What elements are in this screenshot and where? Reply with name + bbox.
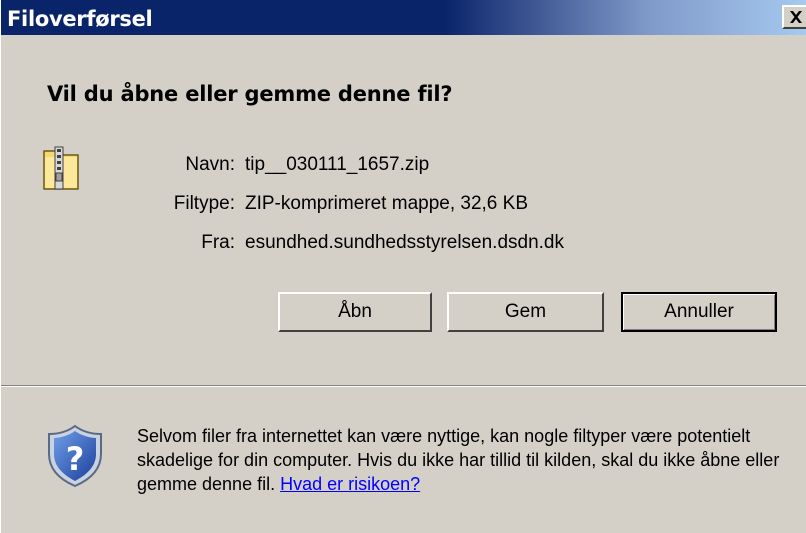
file-name-value: tip__030111_1657.zip: [245, 154, 430, 175]
close-icon: [790, 11, 802, 23]
file-name-label: Navn:: [185, 154, 235, 175]
separator-highlight: [1, 386, 806, 387]
svg-text:?: ?: [66, 440, 85, 478]
file-name-row: Navn: tip__030111_1657.zip: [1, 154, 806, 180]
close-button[interactable]: [782, 5, 806, 29]
file-source-row: Fra: esundhed.sundhedsstyrelsen.dsdn.dk: [1, 232, 806, 258]
risk-help-link[interactable]: Hvad er risikoen?: [280, 474, 420, 494]
file-source-label: Fra:: [201, 232, 235, 253]
file-type-row: Filtype: ZIP-komprimeret mappe, 32,6 KB: [1, 193, 806, 219]
open-button[interactable]: Åbn: [278, 292, 432, 332]
security-warning: Selvom filer fra internettet kan være ny…: [137, 424, 797, 496]
dialog-question: Vil du åbne eller gemme denne fil?: [47, 82, 453, 106]
file-type-value: ZIP-komprimeret mappe, 32,6 KB: [245, 193, 528, 214]
cancel-button[interactable]: Annuller: [621, 292, 777, 332]
file-source-value: esundhed.sundhedsstyrelsen.dsdn.dk: [245, 232, 565, 253]
window-title: Filoverførsel: [7, 7, 153, 31]
shield-question-icon: ?: [48, 424, 102, 488]
save-button[interactable]: Gem: [447, 292, 604, 332]
title-bar[interactable]: Filoverførsel: [1, 0, 806, 35]
file-download-dialog: Filoverførsel Vil du åbne eller gemme de…: [0, 0, 806, 533]
file-type-label: Filtype:: [173, 193, 235, 214]
warning-text: Selvom filer fra internettet kan være ny…: [137, 426, 780, 494]
